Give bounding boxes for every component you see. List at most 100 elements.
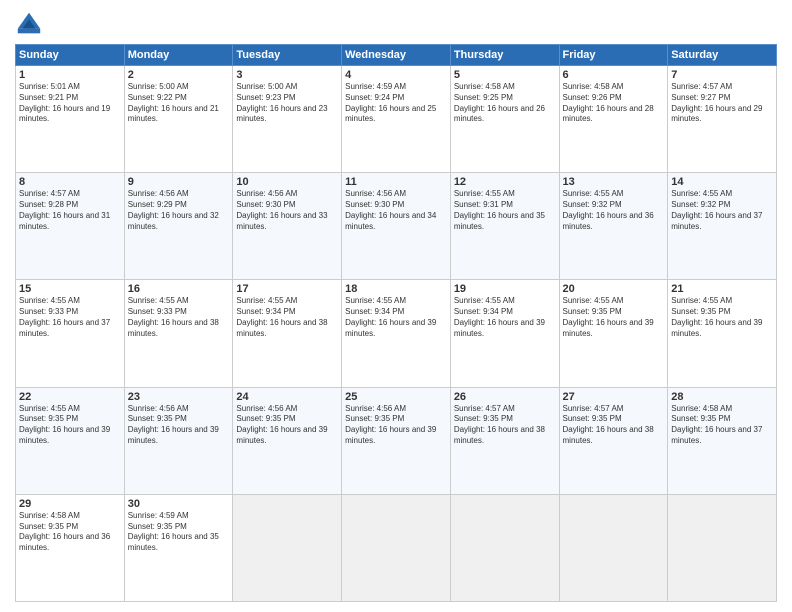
day-info: Sunrise: 4:56 AMSunset: 9:35 PMDaylight:…	[128, 404, 230, 447]
header	[15, 10, 777, 38]
calendar-cell: 24 Sunrise: 4:56 AMSunset: 9:35 PMDaylig…	[233, 387, 342, 494]
calendar-cell: 4 Sunrise: 4:59 AMSunset: 9:24 PMDayligh…	[342, 66, 451, 173]
calendar-cell: 10 Sunrise: 4:56 AMSunset: 9:30 PMDaylig…	[233, 173, 342, 280]
calendar-cell: 23 Sunrise: 4:56 AMSunset: 9:35 PMDaylig…	[124, 387, 233, 494]
day-info: Sunrise: 4:55 AMSunset: 9:31 PMDaylight:…	[454, 189, 556, 232]
day-number: 6	[563, 69, 665, 81]
day-info: Sunrise: 4:58 AMSunset: 9:35 PMDaylight:…	[671, 404, 773, 447]
calendar-cell: 29 Sunrise: 4:58 AMSunset: 9:35 PMDaylig…	[16, 494, 125, 601]
day-info: Sunrise: 4:55 AMSunset: 9:32 PMDaylight:…	[563, 189, 665, 232]
day-info: Sunrise: 4:55 AMSunset: 9:34 PMDaylight:…	[454, 296, 556, 339]
calendar-cell: 19 Sunrise: 4:55 AMSunset: 9:34 PMDaylig…	[450, 280, 559, 387]
day-info: Sunrise: 5:00 AMSunset: 9:23 PMDaylight:…	[236, 82, 338, 125]
calendar-cell: 21 Sunrise: 4:55 AMSunset: 9:35 PMDaylig…	[668, 280, 777, 387]
day-info: Sunrise: 4:55 AMSunset: 9:35 PMDaylight:…	[19, 404, 121, 447]
day-number: 28	[671, 391, 773, 403]
calendar-cell: 14 Sunrise: 4:55 AMSunset: 9:32 PMDaylig…	[668, 173, 777, 280]
calendar-cell: 30 Sunrise: 4:59 AMSunset: 9:35 PMDaylig…	[124, 494, 233, 601]
day-number: 7	[671, 69, 773, 81]
day-number: 18	[345, 283, 447, 295]
calendar-week-4: 22 Sunrise: 4:55 AMSunset: 9:35 PMDaylig…	[16, 387, 777, 494]
day-info: Sunrise: 4:55 AMSunset: 9:35 PMDaylight:…	[671, 296, 773, 339]
day-number: 10	[236, 176, 338, 188]
day-number: 14	[671, 176, 773, 188]
calendar-cell: 6 Sunrise: 4:58 AMSunset: 9:26 PMDayligh…	[559, 66, 668, 173]
day-number: 1	[19, 69, 121, 81]
calendar-week-3: 15 Sunrise: 4:55 AMSunset: 9:33 PMDaylig…	[16, 280, 777, 387]
weekday-header-tuesday: Tuesday	[233, 45, 342, 66]
weekday-header-thursday: Thursday	[450, 45, 559, 66]
calendar-cell	[559, 494, 668, 601]
calendar-cell	[342, 494, 451, 601]
calendar-cell: 3 Sunrise: 5:00 AMSunset: 9:23 PMDayligh…	[233, 66, 342, 173]
calendar-cell: 15 Sunrise: 4:55 AMSunset: 9:33 PMDaylig…	[16, 280, 125, 387]
day-number: 19	[454, 283, 556, 295]
calendar-cell: 17 Sunrise: 4:55 AMSunset: 9:34 PMDaylig…	[233, 280, 342, 387]
day-number: 27	[563, 391, 665, 403]
weekday-header-sunday: Sunday	[16, 45, 125, 66]
calendar-cell	[668, 494, 777, 601]
day-number: 16	[128, 283, 230, 295]
day-info: Sunrise: 4:55 AMSunset: 9:33 PMDaylight:…	[128, 296, 230, 339]
calendar-cell	[450, 494, 559, 601]
day-number: 2	[128, 69, 230, 81]
day-number: 4	[345, 69, 447, 81]
day-info: Sunrise: 4:55 AMSunset: 9:34 PMDaylight:…	[345, 296, 447, 339]
calendar-table: SundayMondayTuesdayWednesdayThursdayFrid…	[15, 44, 777, 602]
day-number: 12	[454, 176, 556, 188]
calendar-cell: 18 Sunrise: 4:55 AMSunset: 9:34 PMDaylig…	[342, 280, 451, 387]
day-number: 3	[236, 69, 338, 81]
day-number: 8	[19, 176, 121, 188]
day-number: 21	[671, 283, 773, 295]
calendar-week-5: 29 Sunrise: 4:58 AMSunset: 9:35 PMDaylig…	[16, 494, 777, 601]
day-info: Sunrise: 4:57 AMSunset: 9:35 PMDaylight:…	[563, 404, 665, 447]
day-info: Sunrise: 4:59 AMSunset: 9:24 PMDaylight:…	[345, 82, 447, 125]
calendar-cell: 16 Sunrise: 4:55 AMSunset: 9:33 PMDaylig…	[124, 280, 233, 387]
day-info: Sunrise: 4:57 AMSunset: 9:28 PMDaylight:…	[19, 189, 121, 232]
day-number: 9	[128, 176, 230, 188]
day-number: 23	[128, 391, 230, 403]
day-number: 20	[563, 283, 665, 295]
day-info: Sunrise: 4:55 AMSunset: 9:34 PMDaylight:…	[236, 296, 338, 339]
day-info: Sunrise: 4:56 AMSunset: 9:30 PMDaylight:…	[345, 189, 447, 232]
weekday-header-monday: Monday	[124, 45, 233, 66]
day-info: Sunrise: 4:56 AMSunset: 9:30 PMDaylight:…	[236, 189, 338, 232]
calendar-cell: 9 Sunrise: 4:56 AMSunset: 9:29 PMDayligh…	[124, 173, 233, 280]
day-info: Sunrise: 4:55 AMSunset: 9:32 PMDaylight:…	[671, 189, 773, 232]
day-info: Sunrise: 4:56 AMSunset: 9:35 PMDaylight:…	[236, 404, 338, 447]
calendar-cell: 20 Sunrise: 4:55 AMSunset: 9:35 PMDaylig…	[559, 280, 668, 387]
calendar-cell: 5 Sunrise: 4:58 AMSunset: 9:25 PMDayligh…	[450, 66, 559, 173]
day-info: Sunrise: 4:56 AMSunset: 9:35 PMDaylight:…	[345, 404, 447, 447]
calendar-cell: 2 Sunrise: 5:00 AMSunset: 9:22 PMDayligh…	[124, 66, 233, 173]
weekday-header-saturday: Saturday	[668, 45, 777, 66]
day-info: Sunrise: 4:58 AMSunset: 9:25 PMDaylight:…	[454, 82, 556, 125]
day-number: 26	[454, 391, 556, 403]
day-info: Sunrise: 4:56 AMSunset: 9:29 PMDaylight:…	[128, 189, 230, 232]
calendar-week-2: 8 Sunrise: 4:57 AMSunset: 9:28 PMDayligh…	[16, 173, 777, 280]
day-info: Sunrise: 4:57 AMSunset: 9:35 PMDaylight:…	[454, 404, 556, 447]
logo	[15, 10, 47, 38]
calendar-cell: 1 Sunrise: 5:01 AMSunset: 9:21 PMDayligh…	[16, 66, 125, 173]
day-info: Sunrise: 4:55 AMSunset: 9:33 PMDaylight:…	[19, 296, 121, 339]
day-number: 25	[345, 391, 447, 403]
logo-icon	[15, 10, 43, 38]
day-info: Sunrise: 4:55 AMSunset: 9:35 PMDaylight:…	[563, 296, 665, 339]
day-number: 22	[19, 391, 121, 403]
calendar-cell: 22 Sunrise: 4:55 AMSunset: 9:35 PMDaylig…	[16, 387, 125, 494]
calendar-cell: 27 Sunrise: 4:57 AMSunset: 9:35 PMDaylig…	[559, 387, 668, 494]
weekday-header-friday: Friday	[559, 45, 668, 66]
day-number: 15	[19, 283, 121, 295]
day-number: 17	[236, 283, 338, 295]
weekday-header-row: SundayMondayTuesdayWednesdayThursdayFrid…	[16, 45, 777, 66]
calendar-cell: 12 Sunrise: 4:55 AMSunset: 9:31 PMDaylig…	[450, 173, 559, 280]
weekday-header-wednesday: Wednesday	[342, 45, 451, 66]
calendar-cell: 11 Sunrise: 4:56 AMSunset: 9:30 PMDaylig…	[342, 173, 451, 280]
day-number: 11	[345, 176, 447, 188]
day-number: 24	[236, 391, 338, 403]
day-number: 5	[454, 69, 556, 81]
day-info: Sunrise: 4:58 AMSunset: 9:26 PMDaylight:…	[563, 82, 665, 125]
day-info: Sunrise: 5:00 AMSunset: 9:22 PMDaylight:…	[128, 82, 230, 125]
day-info: Sunrise: 5:01 AMSunset: 9:21 PMDaylight:…	[19, 82, 121, 125]
day-info: Sunrise: 4:57 AMSunset: 9:27 PMDaylight:…	[671, 82, 773, 125]
calendar-week-1: 1 Sunrise: 5:01 AMSunset: 9:21 PMDayligh…	[16, 66, 777, 173]
